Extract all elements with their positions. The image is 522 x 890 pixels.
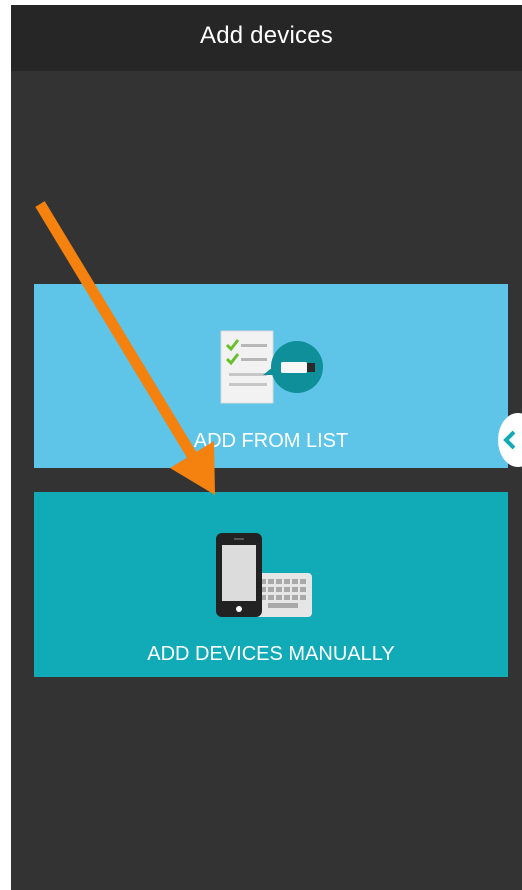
add-from-list-button[interactable]: ADD FROM LIST <box>34 284 508 468</box>
app-screen: Add devices ADD FROM LIST ADD DEVICES MA… <box>11 5 522 890</box>
chevron-left-icon <box>503 430 517 450</box>
app-header: Add devices <box>11 5 522 71</box>
add-devices-manually-button[interactable]: ADD DEVICES MANUALLY <box>34 492 508 677</box>
add-from-list-label: ADD FROM LIST <box>193 430 349 452</box>
page-title: Add devices <box>200 22 333 49</box>
checklist-device-icon <box>219 329 329 414</box>
phone-keyboard-icon <box>214 531 324 626</box>
add-devices-manually-label: ADD DEVICES MANUALLY <box>147 643 395 665</box>
